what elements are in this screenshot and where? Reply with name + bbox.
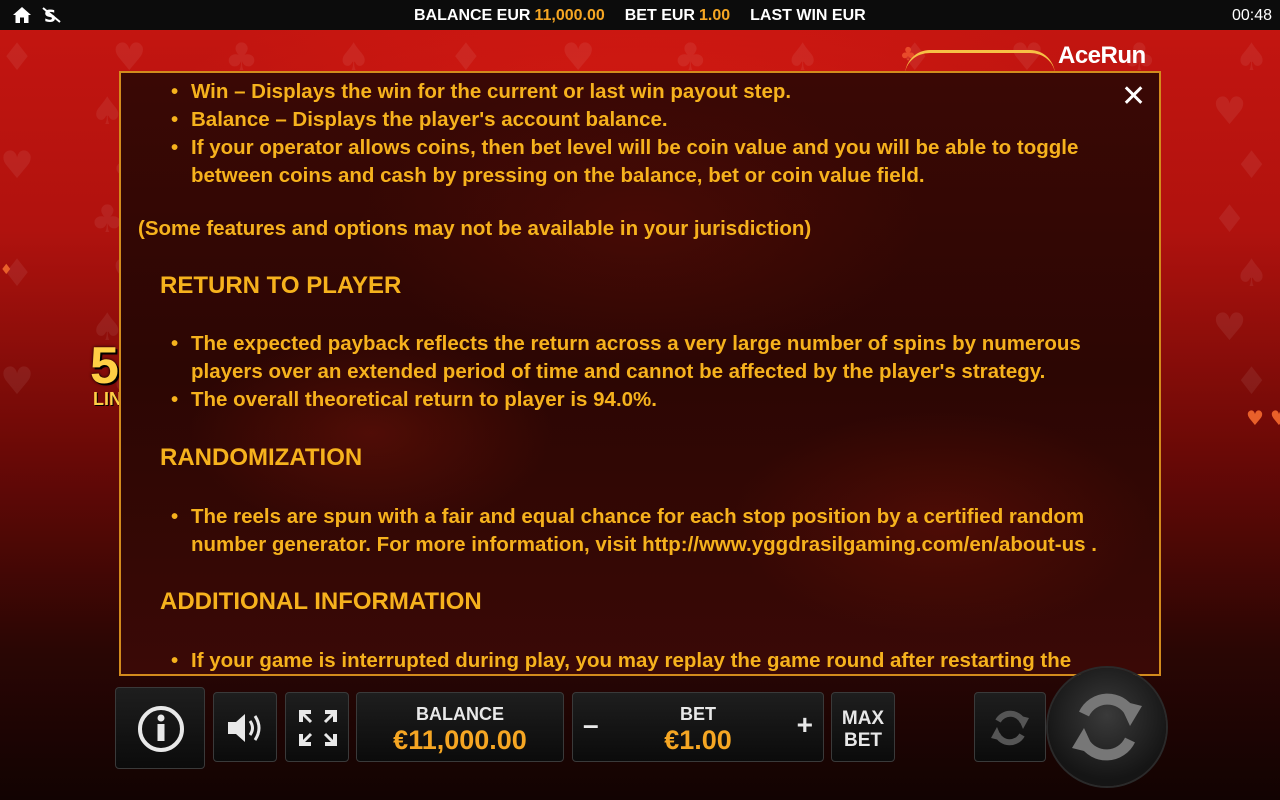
- heading-additional-information: ADDITIONAL INFORMATION: [160, 588, 482, 615]
- list-item: The expected payback reflects the return…: [121, 330, 1135, 386]
- balance-label: BALANCE EUR: [414, 7, 531, 24]
- max-bet-button[interactable]: MAX BET: [831, 692, 895, 762]
- responsible-gaming-icon[interactable]: S: [42, 6, 62, 24]
- spin-button[interactable]: [1048, 668, 1166, 786]
- list-item: Balance – Displays the player's account …: [121, 106, 1135, 134]
- bet-display-value: €1.00: [664, 725, 732, 755]
- heading-randomization: RANDOMIZATION: [160, 444, 363, 471]
- balance-display-value: €11,000.00: [393, 725, 527, 755]
- balance-display[interactable]: BALANCE €11,000.00: [356, 692, 564, 762]
- bullet-list-top: Win – Displays the win for the current o…: [121, 78, 1135, 190]
- list-item: If your operator allows coins, then bet …: [121, 134, 1135, 190]
- bet-value: 1.00: [698, 7, 731, 24]
- max-bet-line1: MAX: [841, 708, 885, 729]
- balance-display-label: BALANCE: [416, 704, 504, 724]
- lines-number: 5: [90, 337, 119, 395]
- heart-icon: ♥: [1246, 406, 1264, 430]
- fullscreen-icon: [299, 710, 337, 746]
- lines-label: LIN: [93, 389, 122, 409]
- game-rules-panel[interactable]: ✕ Win – Displays the win for the current…: [119, 71, 1161, 676]
- sound-icon: [228, 714, 261, 742]
- top-status-bar: S BALANCE EUR 11,000.00 BET EUR 1.00 LAST WI…: [0, 0, 1280, 30]
- bet-selector[interactable]: – BET €1.00 +: [572, 692, 824, 762]
- bullet-list-additional: If your game is interrupted during play,…: [121, 647, 1135, 674]
- balance-value: 11,000.00: [534, 7, 605, 24]
- list-item: The reels are spun with a fair and equal…: [121, 503, 1135, 559]
- sound-button[interactable]: [213, 692, 277, 762]
- jurisdiction-note: (Some features and options may not be av…: [138, 217, 812, 240]
- info-button[interactable]: [115, 687, 205, 769]
- bullet-list-randomization: The reels are spun with a fair and equal…: [121, 503, 1135, 559]
- bet-display-label: BET: [680, 704, 716, 724]
- list-item: The overall theoretical return to player…: [121, 386, 1135, 414]
- max-bet-line2: BET: [844, 730, 882, 751]
- spin-icon: [1072, 693, 1142, 761]
- max-bet-label: MAX BET: [832, 708, 894, 752]
- list-item: If your game is interrupted during play,…: [121, 647, 1135, 674]
- heart-icon: ♥: [1270, 406, 1280, 430]
- diamond-icon: ♦: [0, 262, 13, 278]
- heading-return-to-player: RETURN TO PLAYER: [160, 272, 402, 299]
- status-info: BALANCE EUR 11,000.00 BET EUR 1.00 LAST WIN …: [414, 7, 866, 25]
- home-icon[interactable]: [12, 6, 32, 24]
- game-logo: AceRun: [1058, 42, 1146, 69]
- last-win-label: LAST WIN EUR: [750, 7, 866, 24]
- info-icon: [138, 706, 184, 752]
- bullet-list-rtp: The expected payback reflects the return…: [121, 330, 1135, 414]
- autoplay-button[interactable]: [974, 692, 1046, 762]
- fullscreen-button[interactable]: [285, 692, 349, 762]
- clock: 00:48: [1231, 7, 1272, 24]
- list-item: Win – Displays the win for the current o…: [121, 78, 1135, 106]
- autoplay-icon: [991, 710, 1029, 746]
- bet-label: BET EUR: [624, 7, 695, 24]
- bet-increase-button[interactable]: +: [797, 709, 813, 741]
